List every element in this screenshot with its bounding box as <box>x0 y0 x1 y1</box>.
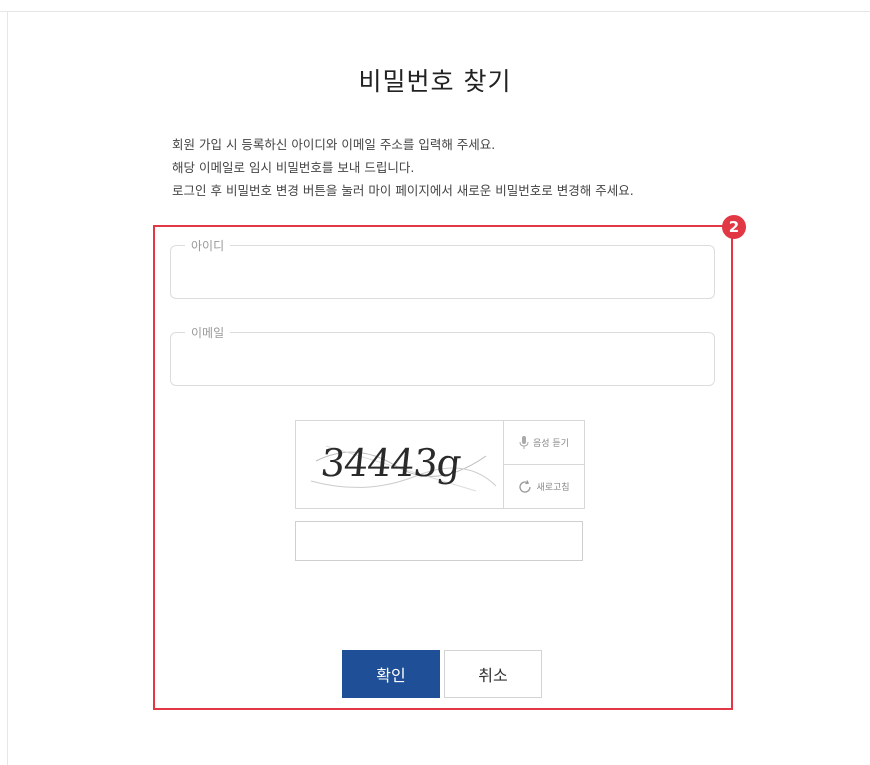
captcha-audio-button[interactable]: 음성 듣기 <box>504 421 584 465</box>
frame-left-border <box>7 11 8 765</box>
microphone-icon <box>519 435 529 449</box>
frame-top-border <box>0 11 870 12</box>
id-field-label: 아이디 <box>185 237 231 254</box>
confirm-button[interactable]: 확인 <box>342 650 440 698</box>
description-line: 로그인 후 비밀번호 변경 버튼을 눌러 마이 페이지에서 새로운 비밀번호로 … <box>172 183 634 198</box>
description-line: 회원 가입 시 등록하신 아이디와 이메일 주소를 입력해 주세요. <box>172 137 496 152</box>
annotation-badge: 2 <box>722 215 746 239</box>
captcha-input[interactable] <box>295 521 583 561</box>
email-field[interactable]: 이메일 <box>170 324 715 386</box>
captcha-code: 34443g <box>318 441 463 485</box>
refresh-icon <box>519 479 532 493</box>
captcha-refresh-label: 새로고침 <box>536 483 570 493</box>
captcha-audio-label: 음성 듣기 <box>533 439 569 449</box>
captcha-panel: 34443g 음성 듣기 새로고침 <box>295 420 585 509</box>
description-line: 해당 이메일로 임시 비밀번호를 보내 드립니다. <box>172 160 415 175</box>
email-input[interactable] <box>183 347 702 377</box>
cancel-button[interactable]: 취소 <box>444 650 542 698</box>
id-input[interactable] <box>183 260 702 290</box>
captcha-refresh-button[interactable]: 새로고침 <box>504 465 584 508</box>
id-field[interactable]: 아이디 <box>170 237 715 299</box>
email-field-label: 이메일 <box>185 324 231 341</box>
description: 회원 가입 시 등록하신 아이디와 이메일 주소를 입력해 주세요. 해당 이메… <box>172 133 634 202</box>
page-title: 비밀번호 찾기 <box>358 67 512 96</box>
captcha-image: 34443g <box>296 421 504 508</box>
